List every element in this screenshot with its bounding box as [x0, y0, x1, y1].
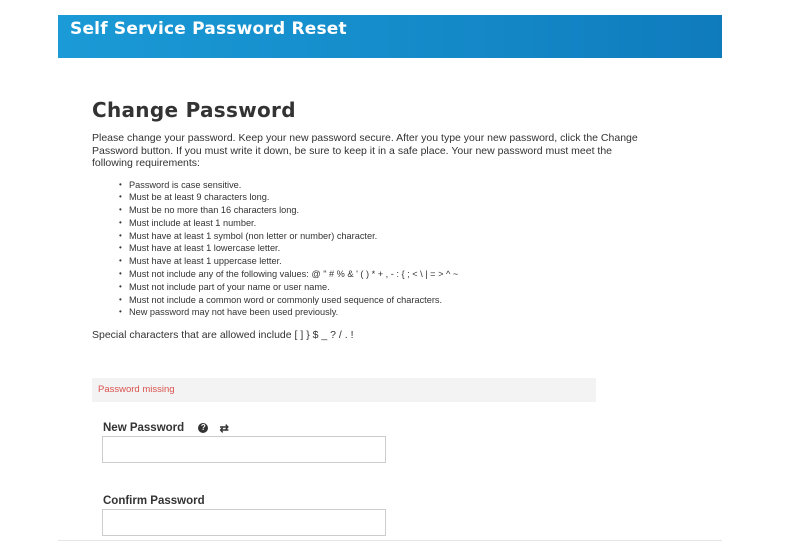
list-item: Must have at least 1 lowercase letter.	[119, 242, 652, 255]
confirm-password-label-text: Confirm Password	[103, 495, 205, 507]
main-content: Change Password Please change your passw…	[92, 98, 652, 341]
error-message: Password missing	[98, 384, 175, 395]
header-bar: Self Service Password Reset	[58, 15, 722, 58]
requirements-list: Password is case sensitive. Must be at l…	[92, 179, 652, 320]
page: Self Service Password Reset Change Passw…	[0, 0, 800, 543]
list-item: Must have at least 1 symbol (non letter …	[119, 230, 652, 243]
list-item: Must not include part of your name or us…	[119, 281, 652, 294]
list-item: Must be no more than 16 characters long.	[119, 204, 652, 217]
new-password-label-text: New Password	[103, 422, 185, 434]
page-title: Change Password	[92, 98, 296, 122]
list-item: New password may not have been used prev…	[119, 306, 652, 319]
list-item: Must not include a common word or common…	[119, 294, 652, 307]
new-password-label: New Password ? ⇄	[103, 422, 229, 435]
list-item: Must be at least 9 characters long.	[119, 191, 652, 204]
intro-text: Please change your password. Keep your n…	[92, 132, 638, 169]
refresh-icon[interactable]: ⇄	[220, 422, 229, 435]
list-item: Password is case sensitive.	[119, 179, 652, 192]
list-item: Must include at least 1 number.	[119, 217, 652, 230]
special-characters-note: Special characters that are allowed incl…	[92, 329, 354, 342]
error-alert: Password missing	[92, 378, 596, 402]
confirm-password-label: Confirm Password	[103, 495, 205, 507]
new-password-input[interactable]	[102, 436, 386, 463]
confirm-password-input[interactable]	[102, 509, 386, 536]
help-icon[interactable]: ?	[198, 423, 209, 433]
app-title: Self Service Password Reset	[70, 19, 347, 39]
list-item: Must have at least 1 uppercase letter.	[119, 255, 652, 268]
divider	[58, 540, 722, 541]
list-item: Must not include any of the following va…	[119, 268, 652, 281]
